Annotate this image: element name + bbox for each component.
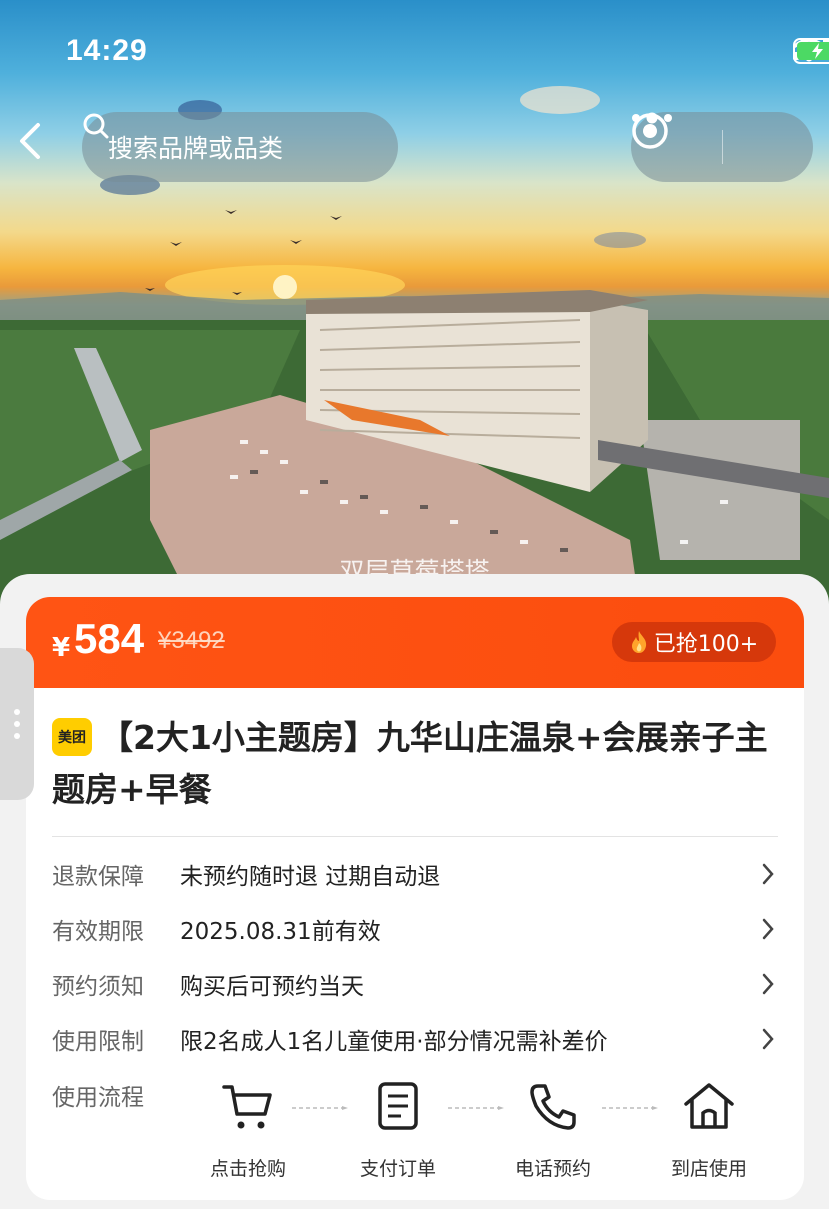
hero-image: 14:29 搜索品牌或品类 双层草莓塔塔: [0, 0, 829, 610]
booking-notice-row[interactable]: 预约须知 购买后可预约当天: [52, 964, 778, 1004]
chevron-right-icon: [762, 863, 774, 885]
back-button[interactable]: [18, 122, 58, 172]
sold-count-badge: 已抢100+: [612, 622, 776, 662]
flow-step-label: 点击抢购: [209, 1158, 286, 1180]
product-content: 美团 【2大1小主题房】九华山庄温泉+会展亲子主题房+早餐 退款保障 未预约随时…: [26, 688, 804, 1200]
booking-notice-label: 预约须知: [52, 974, 144, 1000]
flow-arrow-icon: [602, 1106, 658, 1110]
product-title: 【2大1小主题房】九华山庄温泉+会展亲子主题房+早餐: [52, 718, 768, 809]
validity-label: 有效期限: [52, 919, 144, 945]
currency-symbol: ¥: [52, 633, 71, 663]
mini-program-capsule: [631, 112, 813, 182]
clock: 14:29: [66, 34, 148, 67]
validity-row[interactable]: 有效期限 2025.08.31前有效: [52, 909, 778, 949]
flow-step-label: 到店使用: [670, 1158, 747, 1180]
original-price: ¥3492: [158, 627, 225, 654]
refund-policy-value: 未预约随时退 过期自动退: [180, 864, 441, 890]
chevron-left-icon: [20, 123, 40, 159]
usage-restriction-row[interactable]: 使用限制 限2名成人1名儿童使用·部分情况需补差价: [52, 1019, 778, 1059]
usage-restriction-label: 使用限制: [52, 1029, 144, 1055]
flow-step-label: 支付订单: [359, 1158, 436, 1180]
side-drawer-handle[interactable]: [0, 648, 34, 800]
document-icon: [378, 1082, 418, 1130]
validity-value: 2025.08.31前有效: [180, 919, 381, 945]
status-bar: 14:29: [0, 0, 829, 100]
divider: [52, 836, 778, 837]
refund-policy-label: 退款保障: [52, 864, 144, 890]
price-band: ¥ 584 ¥3492 已抢100+: [26, 597, 804, 691]
search-placeholder: 搜索品牌或品类: [108, 134, 284, 163]
current-price: 584: [74, 615, 145, 662]
cart-icon: [222, 1085, 272, 1129]
chevron-right-icon: [762, 973, 774, 995]
booking-notice-value: 购买后可预约当天: [180, 974, 364, 1000]
flow-step-label: 电话预约: [514, 1158, 591, 1180]
refund-policy-row[interactable]: 退款保障 未预约随时退 过期自动退: [52, 854, 778, 894]
usage-restriction-value: 限2名成人1名儿童使用·部分情况需补差价: [180, 1029, 608, 1055]
sold-count-text: 已抢100+: [653, 632, 759, 657]
phone-icon: [530, 1084, 576, 1130]
flow-step-visit: 到店使用: [654, 1082, 764, 1181]
target-icon: [632, 113, 668, 149]
search-input[interactable]: 搜索品牌或品类: [82, 112, 398, 182]
battery-icon: [793, 38, 829, 64]
chevron-right-icon: [762, 918, 774, 940]
search-icon: [83, 113, 109, 139]
home-icon: [684, 1083, 734, 1129]
flow-step-buy: 点击抢购: [193, 1082, 303, 1181]
usage-flow-label: 使用流程: [52, 1085, 144, 1111]
close-mini-program-button[interactable]: [632, 112, 814, 182]
flow-step-pay: 支付订单: [343, 1082, 453, 1181]
chevron-right-icon: [762, 1028, 774, 1050]
flow-arrow-icon: [292, 1106, 348, 1110]
fire-icon: [631, 631, 646, 653]
flow-step-call: 电话预约: [498, 1082, 608, 1181]
